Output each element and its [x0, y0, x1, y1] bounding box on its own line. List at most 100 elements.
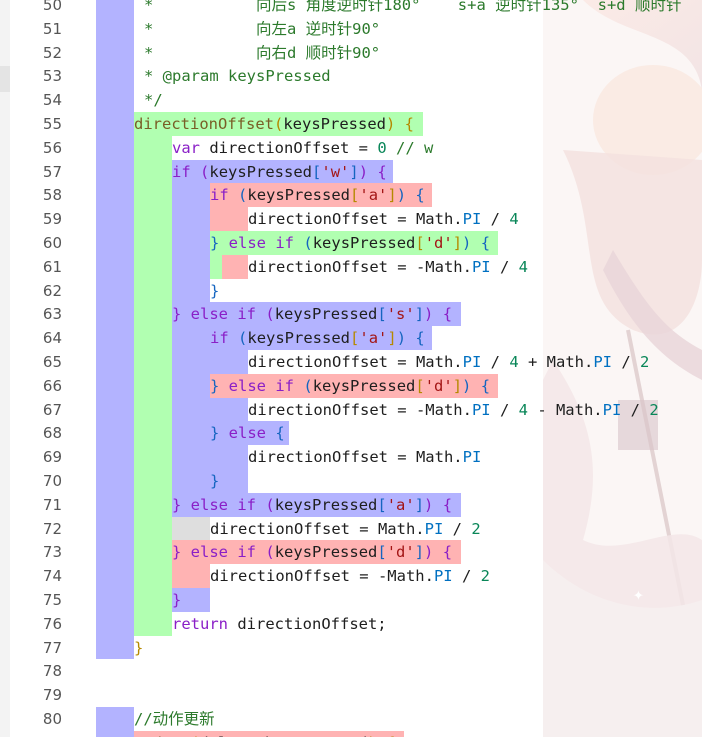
- code-token: PI: [593, 353, 612, 371]
- code-token: 4: [509, 353, 519, 371]
- code-token: + Math.: [518, 353, 594, 371]
- code-token: 'd': [424, 376, 453, 395]
- code-token: * 向左a 逆时针90°: [144, 19, 381, 38]
- code-text: } else if (keysPressed['d']) {: [210, 374, 490, 398]
- code-token: /: [481, 210, 510, 229]
- code-text: if (keysPressed['a']) {: [210, 183, 425, 207]
- code-line[interactable]: 60} else if (keysPressed['d']) {: [0, 231, 702, 255]
- code-text: }: [210, 469, 219, 493]
- code-token: [: [350, 329, 360, 348]
- code-line[interactable]: 72 directionOffset = Math.PI / 2: [0, 517, 702, 541]
- code-line[interactable]: 70}: [0, 469, 702, 493]
- code-line[interactable]: 54 */: [0, 88, 702, 112]
- code-token: /: [452, 567, 481, 586]
- code-line[interactable]: 67 directionOffset = -Math.PI / 4 - Math.…: [0, 398, 702, 422]
- line-number: 64: [42, 329, 62, 348]
- code-token: if: [237, 495, 257, 514]
- code-token: * 向后s 角度逆时针180° s+a 逆时针135° s+d 顺时针: [144, 0, 682, 14]
- code-token: keysPressed: [209, 162, 313, 181]
- code-line[interactable]: 73} else if (keysPressed['d']) {: [0, 540, 702, 564]
- code-line[interactable]: 57 if (keysPressed['w']) {: [0, 160, 702, 184]
- code-token: {: [404, 115, 415, 133]
- code-token: [: [415, 234, 425, 252]
- code-token: {: [415, 186, 425, 205]
- line-number: 71: [42, 495, 62, 514]
- code-token: else: [219, 424, 276, 443]
- code-text: } else if (keysPressed['d']) {: [172, 540, 452, 564]
- code-line[interactable]: 74 directionOffset = -Math.PI / 2: [0, 564, 702, 588]
- code-line[interactable]: 50 * 向后s 角度逆时针180° s+a 逆时针135° s+d 顺时针: [0, 0, 702, 17]
- code-line[interactable]: 62}: [0, 279, 702, 303]
- code-token: }: [172, 591, 182, 609]
- code-token: directionOffset = Math.: [210, 519, 425, 538]
- code-line[interactable]: 52 * 向右d 顺时针90°: [0, 41, 702, 65]
- code-token: ): [462, 234, 472, 252]
- code-line[interactable]: 64 if (keysPressed['a']) {: [0, 326, 702, 350]
- code-line[interactable]: 76 return directionOffset;: [0, 612, 702, 636]
- code-line[interactable]: 71 } else if (keysPressed['a']) {: [0, 493, 702, 517]
- code-token: ]: [414, 305, 425, 324]
- code-text: directionOffset = -Math.PI / 4: [248, 255, 528, 279]
- code-token: if: [172, 162, 191, 181]
- code-line[interactable]: 81 update(delta, keysPressed) {: [0, 731, 702, 737]
- code-line[interactable]: 61 directionOffset = -Math.PI / 4: [0, 255, 702, 279]
- code-token: {: [275, 424, 285, 443]
- code-line[interactable]: 56 var directionOffset = 0 // w: [0, 136, 702, 160]
- code-token: ): [462, 376, 472, 395]
- code-line[interactable]: 75}: [0, 588, 702, 612]
- code-line[interactable]: 63} else if (keysPressed['s']) {: [0, 302, 702, 326]
- code-token: * @param keysPressed: [144, 67, 331, 86]
- code-text: }: [210, 279, 219, 303]
- line-number: 51: [42, 19, 62, 38]
- code-token: [: [377, 305, 387, 324]
- code-token: directionOffset;: [228, 614, 387, 633]
- code-text: if (keysPressed['a']) {: [210, 326, 425, 350]
- code-token: }: [134, 638, 144, 657]
- code-line[interactable]: 80 //动作更新: [0, 707, 702, 731]
- code-token: ): [385, 115, 396, 133]
- code-line[interactable]: 79: [0, 683, 702, 707]
- code-token: else: [219, 234, 276, 252]
- code-token: else: [181, 305, 238, 324]
- code-token: }: [172, 495, 182, 514]
- code-token: /: [490, 400, 519, 419]
- code-token: /: [490, 257, 519, 276]
- code-token: 4: [509, 210, 519, 229]
- line-number: 72: [42, 519, 62, 538]
- code-token: 'a': [359, 329, 388, 348]
- code-text: * 向后s 角度逆时针180° s+a 逆时针135° s+d 顺时针: [144, 0, 681, 17]
- code-token: else: [181, 543, 238, 562]
- code-token: [: [377, 543, 387, 562]
- line-number: 78: [42, 662, 62, 681]
- code-text: } else if (keysPressed['a']) {: [172, 493, 452, 517]
- code-token: directionOffset =: [200, 138, 378, 157]
- code-text: if (keysPressed['w']) {: [172, 160, 387, 184]
- code-line[interactable]: 65 directionOffset = Math.PI / 4 + Math.P…: [0, 350, 702, 374]
- code-token: ): [396, 186, 407, 205]
- line-number: 56: [42, 138, 62, 157]
- code-line[interactable]: 66} else if (keysPressed['d']) {: [0, 374, 702, 398]
- code-editor[interactable]: ✦ 50 * 向后s 角度逆时针180° s+a 逆时针135° s+d 顺时针 5…: [0, 0, 702, 737]
- code-token: if: [275, 234, 295, 252]
- code-line[interactable]: 77}: [0, 636, 702, 660]
- code-token: /: [621, 400, 650, 419]
- code-line[interactable]: 59 directionOffset = Math.PI / 4: [0, 207, 702, 231]
- code-line[interactable]: 68} else {: [0, 421, 702, 445]
- code-token: 'a': [359, 186, 388, 205]
- code-line[interactable]: 78: [0, 659, 702, 683]
- code-line[interactable]: 58 if (keysPressed['a']) {: [0, 183, 702, 207]
- code-line[interactable]: 51 * 向左a 逆时针90°: [0, 17, 702, 41]
- code-text: } else if (keysPressed['d']) {: [210, 231, 490, 255]
- code-token: }: [210, 376, 220, 395]
- code-line[interactable]: 69 directionOffset = Math.PI: [0, 445, 702, 469]
- code-line[interactable]: 55 directionOffset(keysPressed) {: [0, 112, 702, 136]
- code-line[interactable]: 53 * @param keysPressed: [0, 64, 702, 88]
- code-token: 2: [480, 567, 490, 586]
- code-token: keysPressed: [274, 305, 378, 324]
